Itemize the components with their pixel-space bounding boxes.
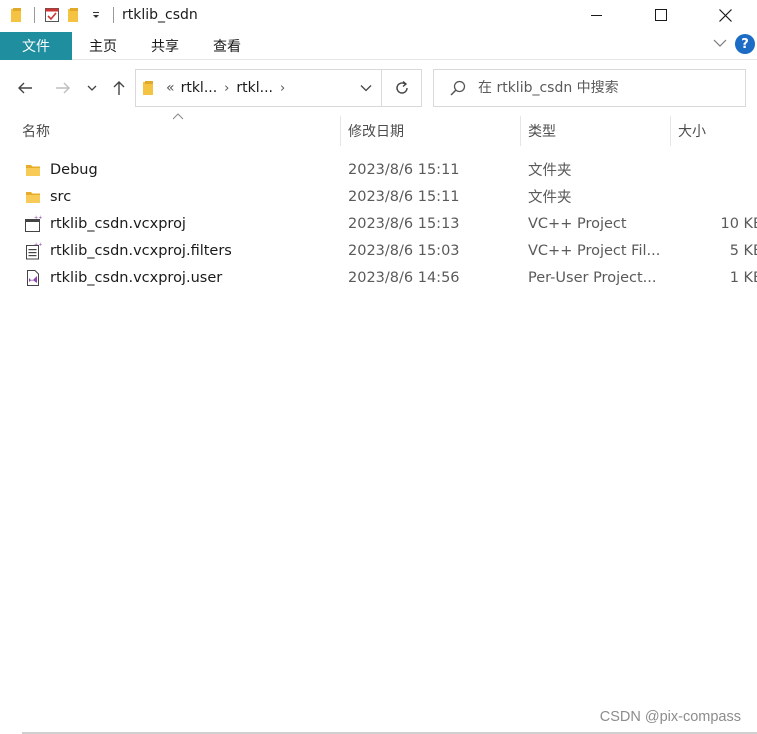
address-dropdown-chevron-icon[interactable]	[353, 70, 379, 106]
file-name: rtklib_csdn.vcxproj.user	[50, 269, 223, 286]
tab-home[interactable]: 主页	[72, 32, 134, 60]
watermark: CSDN @pix-compass	[599, 709, 741, 725]
address-segment[interactable]: rtkl...	[181, 80, 218, 96]
column-header-name[interactable]: 名称	[16, 112, 338, 150]
search-box[interactable]	[433, 69, 746, 107]
search-icon	[450, 80, 466, 96]
close-button[interactable]	[693, 0, 757, 30]
minimize-button[interactable]	[565, 0, 629, 30]
new-folder-icon[interactable]	[63, 3, 85, 27]
date-cell: 2023/8/6 15:13	[348, 215, 460, 232]
name-cell: ++ rtklib_csdn.vcxproj	[24, 210, 336, 237]
forward-button[interactable]	[50, 76, 76, 100]
column-headers: 名称 修改日期 类型 大小	[0, 112, 757, 150]
type-cell: VC++ Project Fil...	[528, 242, 661, 259]
type-cell: Per-User Project...	[528, 269, 657, 286]
size-value: 5 KB	[729, 242, 757, 259]
size-cell: 10 KB	[672, 210, 757, 237]
name-cell: ++ rtklib_csdn.vcxproj.filters	[24, 237, 336, 264]
size-cell	[672, 183, 757, 210]
window-folder-icon	[6, 3, 28, 27]
column-header-type[interactable]: 类型	[522, 112, 668, 150]
list-item[interactable]: ++ rtklib_csdn.vcxproj 2023/8/6 15:13 VC…	[0, 210, 757, 237]
name-cell: src	[24, 183, 336, 210]
recent-locations-chevron-icon[interactable]	[82, 76, 102, 100]
type-cell: VC++ Project	[528, 215, 627, 232]
maximize-button[interactable]	[629, 0, 693, 30]
file-name: src	[50, 188, 72, 205]
folder-icon	[24, 188, 42, 206]
size-cell: 5 KB	[672, 237, 757, 264]
column-divider[interactable]	[340, 116, 341, 146]
column-header-size[interactable]: 大小	[672, 112, 757, 150]
address-overflow[interactable]: «	[166, 80, 175, 96]
list-item[interactable]: rtklib_csdn.vcxproj.user 2023/8/6 14:56 …	[0, 264, 757, 291]
name-cell: rtklib_csdn.vcxproj.user	[24, 264, 336, 291]
address-separator-icon[interactable]: ›	[280, 81, 285, 96]
window-controls	[565, 0, 757, 30]
size-cell	[672, 156, 757, 183]
type-cell: 文件夹	[528, 190, 572, 206]
divider	[34, 7, 35, 23]
file-name: Debug	[50, 161, 98, 178]
expand-ribbon-chevron-icon[interactable]	[713, 36, 727, 52]
customize-toolbar-chevron-icon[interactable]	[85, 3, 107, 27]
date-cell: 2023/8/6 15:03	[348, 242, 460, 259]
size-value: 10 KB	[720, 215, 757, 232]
vcxproj-file-icon: ++	[24, 215, 42, 233]
tab-view[interactable]: 查看	[196, 32, 258, 60]
type-cell: 文件夹	[528, 163, 572, 179]
properties-icon[interactable]	[41, 3, 63, 27]
list-item[interactable]: ++ rtklib_csdn.vcxproj.filters 2023/8/6 …	[0, 237, 757, 264]
name-cell: Debug	[24, 156, 336, 183]
svg-text:++: ++	[34, 242, 42, 248]
list-item[interactable]: Debug 2023/8/6 15:11 文件夹	[0, 156, 757, 183]
column-divider[interactable]	[670, 116, 671, 146]
list-item[interactable]: src 2023/8/6 15:11 文件夹	[0, 183, 757, 210]
tab-file[interactable]: 文件	[0, 31, 72, 60]
ribbon-right-controls: ?	[713, 34, 755, 54]
address-bar[interactable]: « rtkl... › rtkl... ›	[135, 69, 422, 107]
address-segment[interactable]: rtkl...	[236, 80, 273, 96]
address-folder-icon	[142, 80, 156, 96]
navigation-bar: « rtkl... › rtkl... ›	[0, 68, 757, 108]
help-icon[interactable]: ?	[735, 34, 755, 54]
address-separator-icon[interactable]: ›	[224, 81, 229, 96]
size-value: 1 KB	[729, 269, 757, 286]
up-button[interactable]	[106, 76, 132, 100]
title-bar: rtklib_csdn	[0, 0, 757, 30]
window-title: rtklib_csdn	[122, 7, 198, 23]
svg-text:++: ++	[34, 215, 42, 221]
user-file-icon	[24, 269, 42, 287]
file-name: rtklib_csdn.vcxproj	[50, 215, 186, 232]
date-cell: 2023/8/6 14:56	[348, 269, 460, 286]
back-button[interactable]	[12, 76, 38, 100]
column-header-date[interactable]: 修改日期	[342, 112, 518, 150]
file-list: Debug 2023/8/6 15:11 文件夹 src 2023/8/6 15…	[0, 156, 757, 291]
filters-file-icon: ++	[24, 242, 42, 260]
file-name: rtklib_csdn.vcxproj.filters	[50, 242, 232, 259]
divider	[113, 7, 114, 23]
size-cell: 1 KB	[672, 264, 757, 291]
search-input[interactable]	[478, 80, 728, 96]
date-cell: 2023/8/6 15:11	[348, 161, 460, 178]
date-cell: 2023/8/6 15:11	[348, 188, 460, 205]
quick-access-toolbar	[0, 0, 120, 30]
refresh-button[interactable]	[381, 70, 421, 106]
folder-icon	[24, 161, 42, 179]
ribbon-tabs: 文件 主页 共享 查看 ?	[0, 31, 757, 60]
tab-share[interactable]: 共享	[134, 32, 196, 60]
column-divider[interactable]	[520, 116, 521, 146]
